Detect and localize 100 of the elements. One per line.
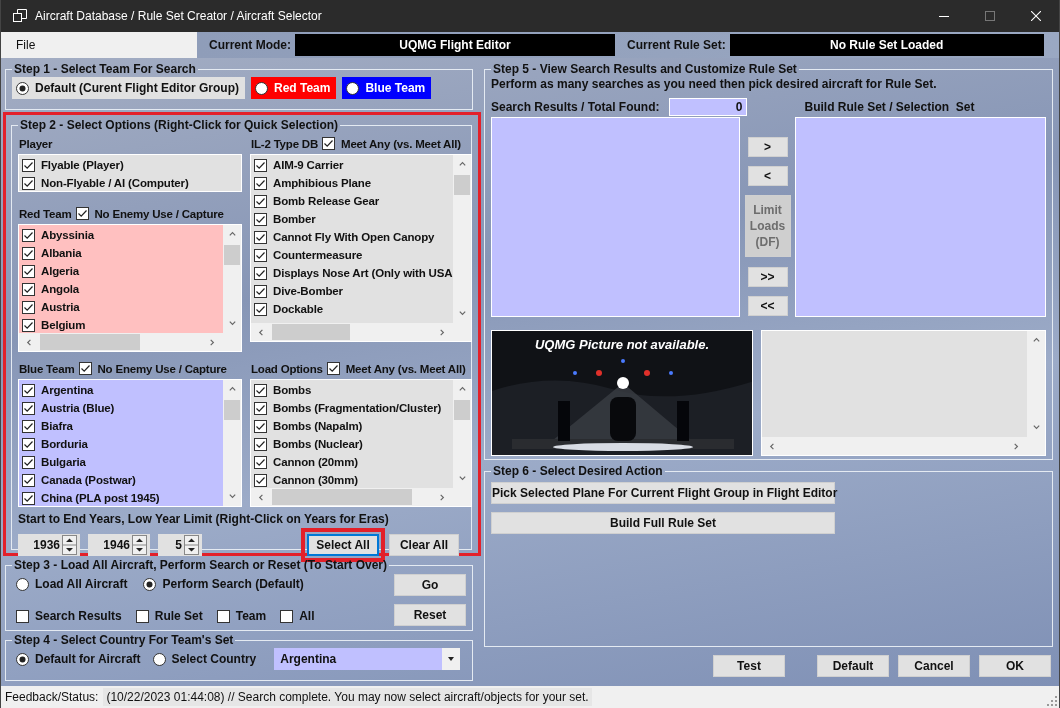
checkbox[interactable]: [254, 473, 267, 487]
button[interactable]: Build Full Rule Set: [491, 512, 835, 534]
checkbox[interactable]: [22, 401, 35, 415]
checkbox[interactable]: [22, 455, 35, 469]
button[interactable]: OK: [979, 655, 1051, 677]
button[interactable]: Reset: [394, 604, 466, 626]
checkbox-option[interactable]: Rule Set: [131, 605, 209, 627]
list-item[interactable]: Biafra: [19, 417, 223, 435]
button[interactable]: Default: [817, 655, 889, 677]
chevron-down-icon[interactable]: [457, 309, 467, 318]
chevron-right-icon[interactable]: [208, 337, 217, 347]
checkbox[interactable]: [22, 158, 35, 172]
checkbox-option[interactable]: All: [276, 605, 321, 627]
list-item[interactable]: China (PLA post 1945): [19, 489, 223, 506]
checkbox[interactable]: [254, 176, 267, 190]
menu-item[interactable]: File: [1, 32, 197, 58]
checkbox[interactable]: [326, 362, 340, 375]
list-item[interactable]: Displays Nose Art (Only with USA: [251, 264, 453, 282]
list-item[interactable]: Dockable: [251, 300, 453, 318]
checkbox-option[interactable]: No Enemy Use / Capture: [75, 207, 224, 220]
list-item[interactable]: Albania: [19, 244, 223, 262]
list-item[interactable]: Cannon (30mm): [251, 471, 453, 488]
radio-option[interactable]: Default (Curent Flight Editor Group): [12, 77, 245, 99]
checkbox[interactable]: [22, 246, 35, 260]
chevron-down-icon[interactable]: [457, 474, 467, 483]
chevron-down-icon[interactable]: [227, 319, 237, 328]
chevron-right-icon[interactable]: [1012, 441, 1021, 451]
button[interactable]: <: [747, 166, 788, 186]
checkbox[interactable]: [22, 473, 35, 487]
checkbox[interactable]: [22, 264, 35, 278]
button[interactable]: >: [747, 137, 788, 157]
checkbox[interactable]: [254, 266, 267, 280]
list-item[interactable]: Bomb Release Gear: [251, 192, 453, 210]
scroll-thumb[interactable]: [224, 400, 240, 420]
radio-option[interactable]: Select Country: [148, 648, 263, 670]
list-item[interactable]: Cannot Fly With Open Canopy: [251, 228, 453, 246]
checkbox[interactable]: [22, 437, 35, 451]
checkbox[interactable]: [22, 282, 35, 296]
close-icon[interactable]: [1031, 11, 1041, 21]
chevron-left-icon[interactable]: [768, 441, 777, 451]
checkbox[interactable]: [254, 401, 267, 415]
checkbox[interactable]: [16, 609, 29, 623]
list-item[interactable]: Bombs (Napalm): [251, 417, 453, 435]
list-item[interactable]: AIM-9 Carrier: [251, 156, 453, 174]
minimize-icon[interactable]: [939, 15, 949, 17]
list-item[interactable]: Bomber: [251, 210, 453, 228]
button[interactable]: >>: [747, 267, 788, 287]
checkbox-option[interactable]: Team: [212, 605, 273, 627]
scroll-thumb[interactable]: [272, 324, 350, 340]
checkbox[interactable]: [254, 455, 267, 469]
list-item[interactable]: Austria: [19, 298, 223, 316]
checkbox[interactable]: [22, 300, 35, 314]
chevron-left-icon[interactable]: [257, 492, 266, 502]
scroll-thumb[interactable]: [454, 400, 470, 420]
checkbox[interactable]: [254, 248, 267, 262]
radio-button[interactable]: [255, 81, 268, 95]
chevron-up-icon[interactable]: [457, 160, 467, 169]
checkbox[interactable]: [280, 609, 294, 623]
country-dropdown[interactable]: Argentina: [274, 648, 460, 670]
list-item[interactable]: Dive-Bomber: [251, 282, 453, 300]
list-item[interactable]: Borduria: [19, 435, 223, 453]
list-item[interactable]: Cannon (20mm): [251, 453, 453, 471]
button[interactable]: Go: [394, 574, 466, 596]
radio-button[interactable]: [16, 81, 29, 95]
spin-arrows-icon[interactable]: [62, 535, 77, 555]
spin-arrows-icon[interactable]: [184, 535, 199, 555]
checkbox[interactable]: [216, 609, 230, 623]
chevron-left-icon[interactable]: [25, 337, 34, 347]
checkbox-option[interactable]: Search Results: [12, 605, 128, 627]
radio-option[interactable]: Red Team: [251, 77, 337, 99]
spin-arrows-icon[interactable]: [132, 535, 147, 555]
radio-option[interactable]: Perform Search (Default): [139, 573, 310, 595]
list-item[interactable]: Belgium: [19, 316, 223, 333]
checkbox[interactable]: [254, 212, 267, 226]
radio-option[interactable]: Load All Aircraft: [12, 573, 134, 595]
checkbox[interactable]: [22, 228, 35, 242]
list-item[interactable]: Countermeasure: [251, 246, 453, 264]
list-item[interactable]: Non-Flyable / AI (Computer): [19, 174, 241, 191]
checkbox[interactable]: [254, 419, 267, 433]
chevron-down-icon[interactable]: [1031, 423, 1041, 432]
radio-button[interactable]: [346, 81, 360, 95]
checkbox[interactable]: [254, 230, 267, 244]
list-item[interactable]: Canada (Postwar): [19, 471, 223, 489]
chevron-up-icon[interactable]: [1031, 336, 1041, 345]
checkbox[interactable]: [78, 362, 92, 375]
button[interactable]: Clear All: [389, 534, 459, 556]
chevron-up-icon[interactable]: [457, 385, 467, 394]
list-item[interactable]: Argentina: [19, 381, 223, 399]
button[interactable]: <<: [747, 296, 788, 316]
checkbox[interactable]: [254, 284, 267, 298]
list-item[interactable]: Bulgaria: [19, 453, 223, 471]
list-item[interactable]: Algeria: [19, 262, 223, 280]
list-item[interactable]: Flyable (Player): [19, 156, 241, 174]
chevron-up-icon[interactable]: [227, 230, 237, 239]
radio-button[interactable]: [152, 652, 166, 666]
list-item[interactable]: Angola: [19, 280, 223, 298]
chevron-up-icon[interactable]: [227, 385, 237, 394]
chevron-right-icon[interactable]: [438, 492, 447, 502]
checkbox[interactable]: [22, 383, 35, 397]
radio-option[interactable]: Default for Aircraft: [12, 648, 147, 670]
